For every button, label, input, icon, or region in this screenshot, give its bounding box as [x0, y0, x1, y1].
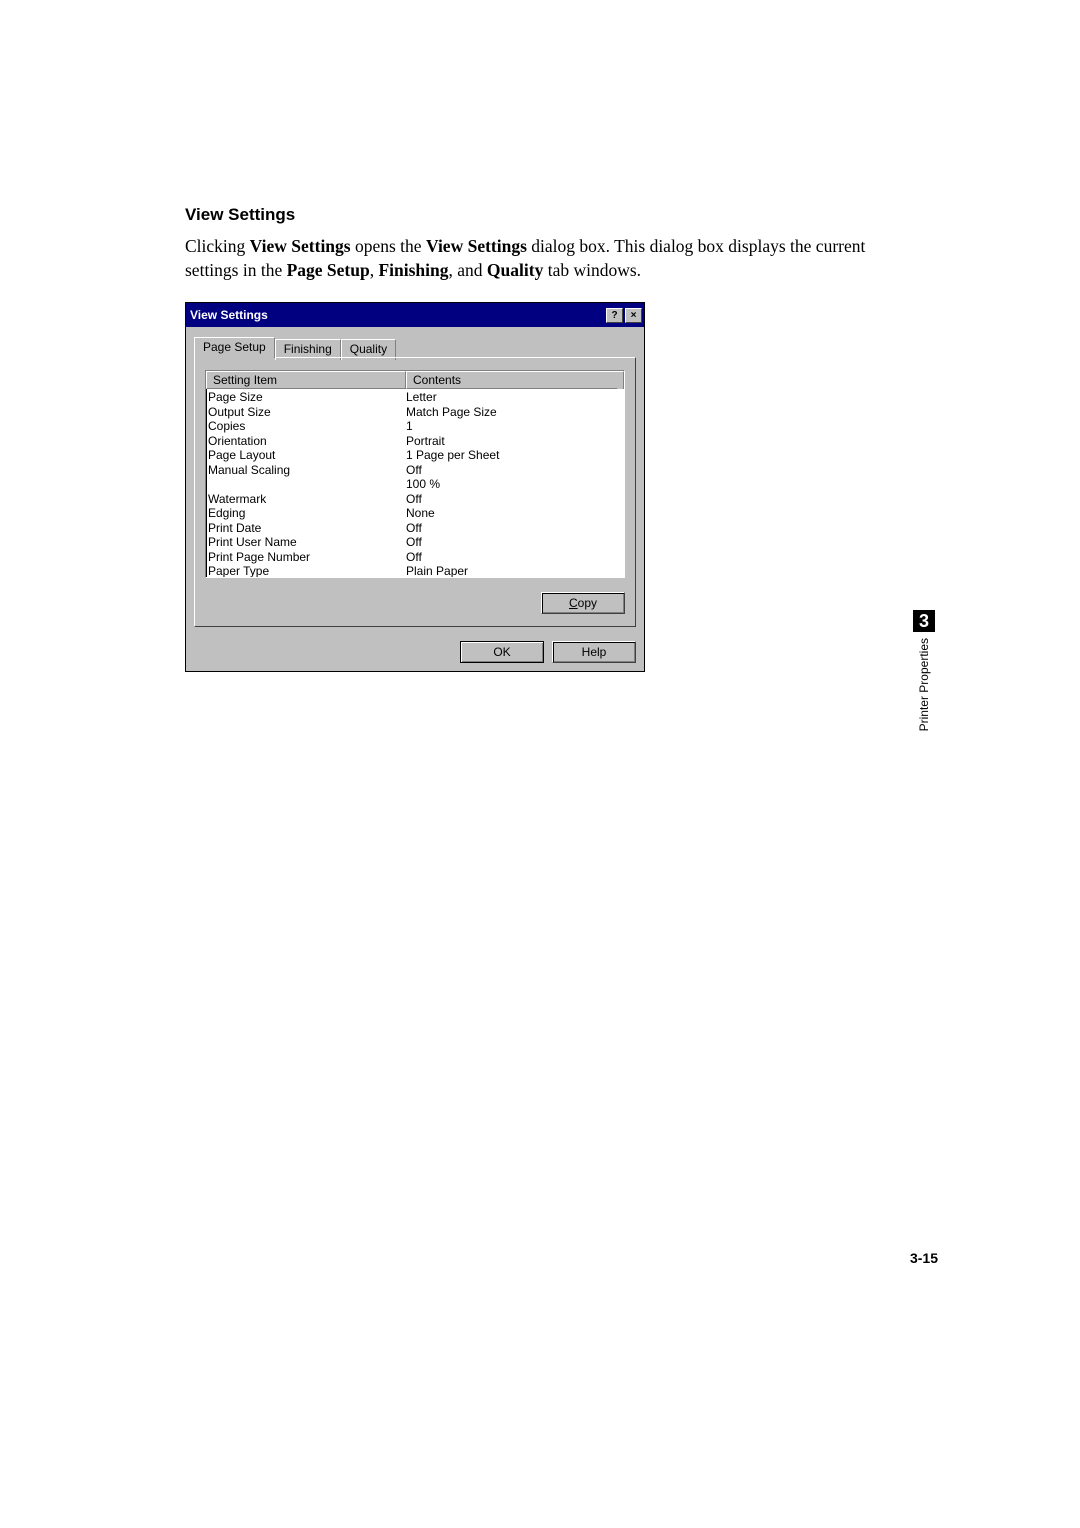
view-settings-dialog: View Settings ? × Page Setup Finishing Q… [185, 302, 645, 672]
tab-panel: Setting Item Contents Page Size Output S… [194, 357, 636, 627]
column-contents: Letter Match Page Size 1 Portrait 1 Page… [406, 390, 624, 578]
scrollbar-stub[interactable] [617, 372, 623, 389]
para-bold-4: Finishing [378, 260, 448, 280]
ok-button[interactable]: OK [460, 641, 544, 663]
chapter-label: Printer Properties [917, 638, 931, 731]
para-bold-3: Page Setup [287, 260, 370, 280]
dialog-title: View Settings [190, 308, 604, 322]
para-text: , and [449, 260, 487, 280]
titlebar[interactable]: View Settings ? × [186, 303, 644, 327]
help-icon[interactable]: ? [606, 308, 623, 323]
header-contents[interactable]: Contents [406, 371, 624, 389]
copy-button[interactable]: Copy [541, 592, 625, 614]
section-heading: View Settings [185, 205, 905, 225]
column-setting-item: Page Size Output Size Copies Orientation… [208, 390, 406, 578]
list-header: Setting Item Contents [206, 371, 624, 389]
page-number: 3-15 [910, 1250, 938, 1266]
close-icon[interactable]: × [625, 308, 642, 323]
settings-list[interactable]: Setting Item Contents Page Size Output S… [205, 370, 625, 578]
list-rows: Page Size Output Size Copies Orientation… [206, 389, 624, 578]
para-bold-5: Quality [487, 260, 543, 280]
copy-accel: C [569, 596, 578, 610]
dialog-buttons: OK Help [186, 633, 644, 671]
tabs-row: Page Setup Finishing Quality [194, 337, 636, 358]
tab-page-setup[interactable]: Page Setup [194, 337, 275, 358]
para-bold-2: View Settings [426, 236, 527, 256]
chapter-number-badge: 3 [913, 610, 935, 632]
para-text: tab windows. [543, 260, 641, 280]
body-paragraph: Clicking View Settings opens the View Se… [185, 235, 905, 282]
copy-rest: opy [578, 596, 597, 610]
header-setting-item[interactable]: Setting Item [206, 371, 406, 389]
para-text: opens the [351, 236, 426, 256]
para-text: Clicking [185, 236, 250, 256]
help-button[interactable]: Help [552, 641, 636, 663]
side-tab: 3 Printer Properties [913, 610, 935, 731]
para-bold-1: View Settings [250, 236, 351, 256]
